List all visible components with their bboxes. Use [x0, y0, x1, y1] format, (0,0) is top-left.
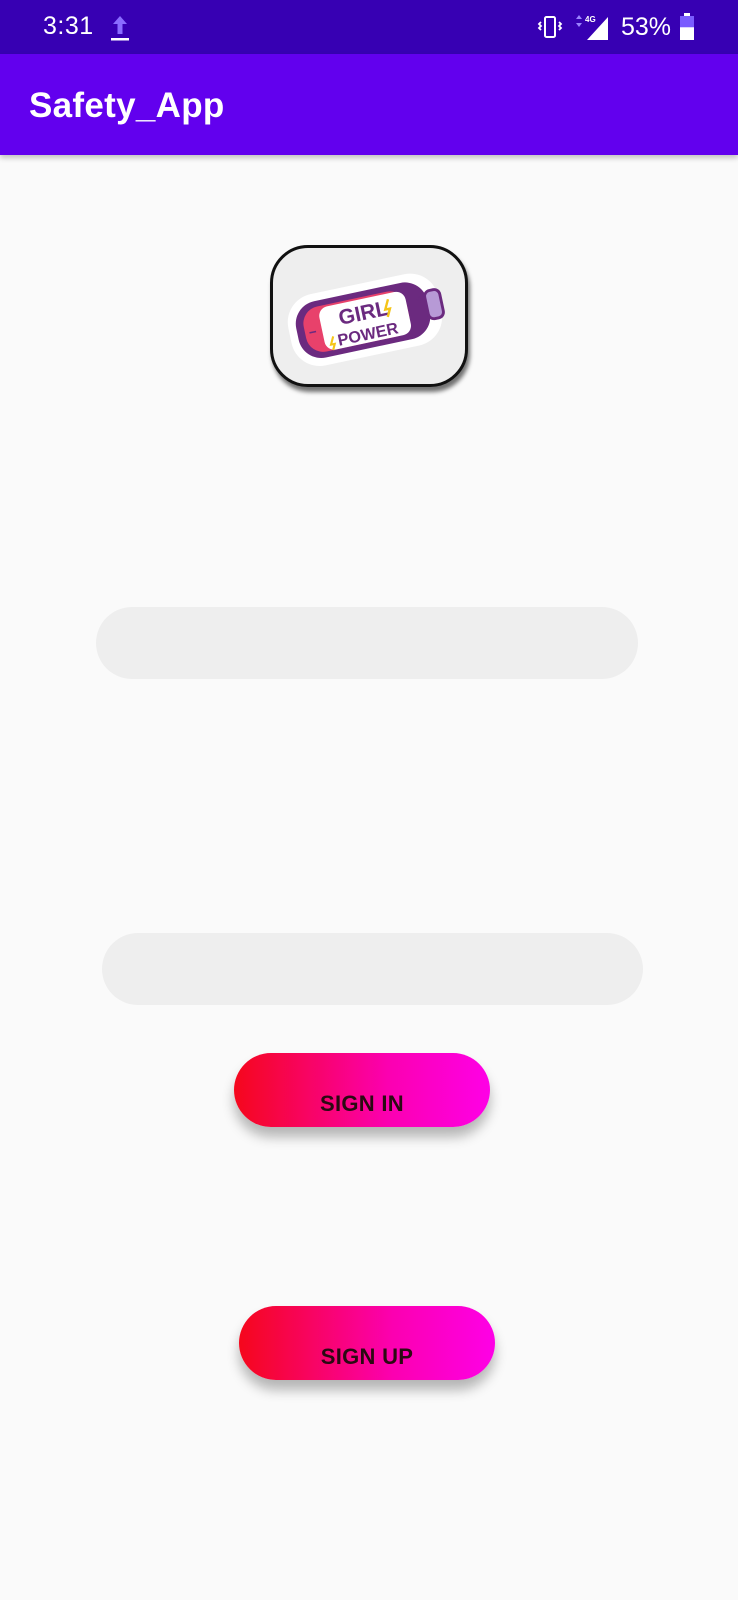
sign-up-label: SIGN UP: [320, 1344, 414, 1369]
signal-icon: 4G: [576, 15, 608, 40]
app-bar: Safety_App: [0, 54, 738, 155]
app-title: Safety_App: [29, 86, 225, 125]
battery-icon: [680, 13, 694, 40]
sign-up-button[interactable]: SIGN UP: [239, 1306, 495, 1380]
battery-percent: 53%: [621, 13, 672, 41]
battery-sticker-image: GIRL POWER + −: [287, 273, 445, 366]
girl-power-logo: GIRL POWER + −: [270, 245, 468, 387]
status-bar: 3:31 4G 53%: [0, 0, 738, 54]
status-time: 3:31: [43, 12, 94, 40]
sign-in-button[interactable]: SIGN IN: [234, 1053, 490, 1127]
password-input[interactable]: [102, 933, 643, 1005]
vibrate-icon: [537, 16, 563, 38]
username-input[interactable]: [96, 607, 638, 679]
upload-icon: [111, 16, 129, 41]
sign-in-label: SIGN IN: [320, 1091, 404, 1116]
network-type-label: 4G: [585, 15, 596, 24]
